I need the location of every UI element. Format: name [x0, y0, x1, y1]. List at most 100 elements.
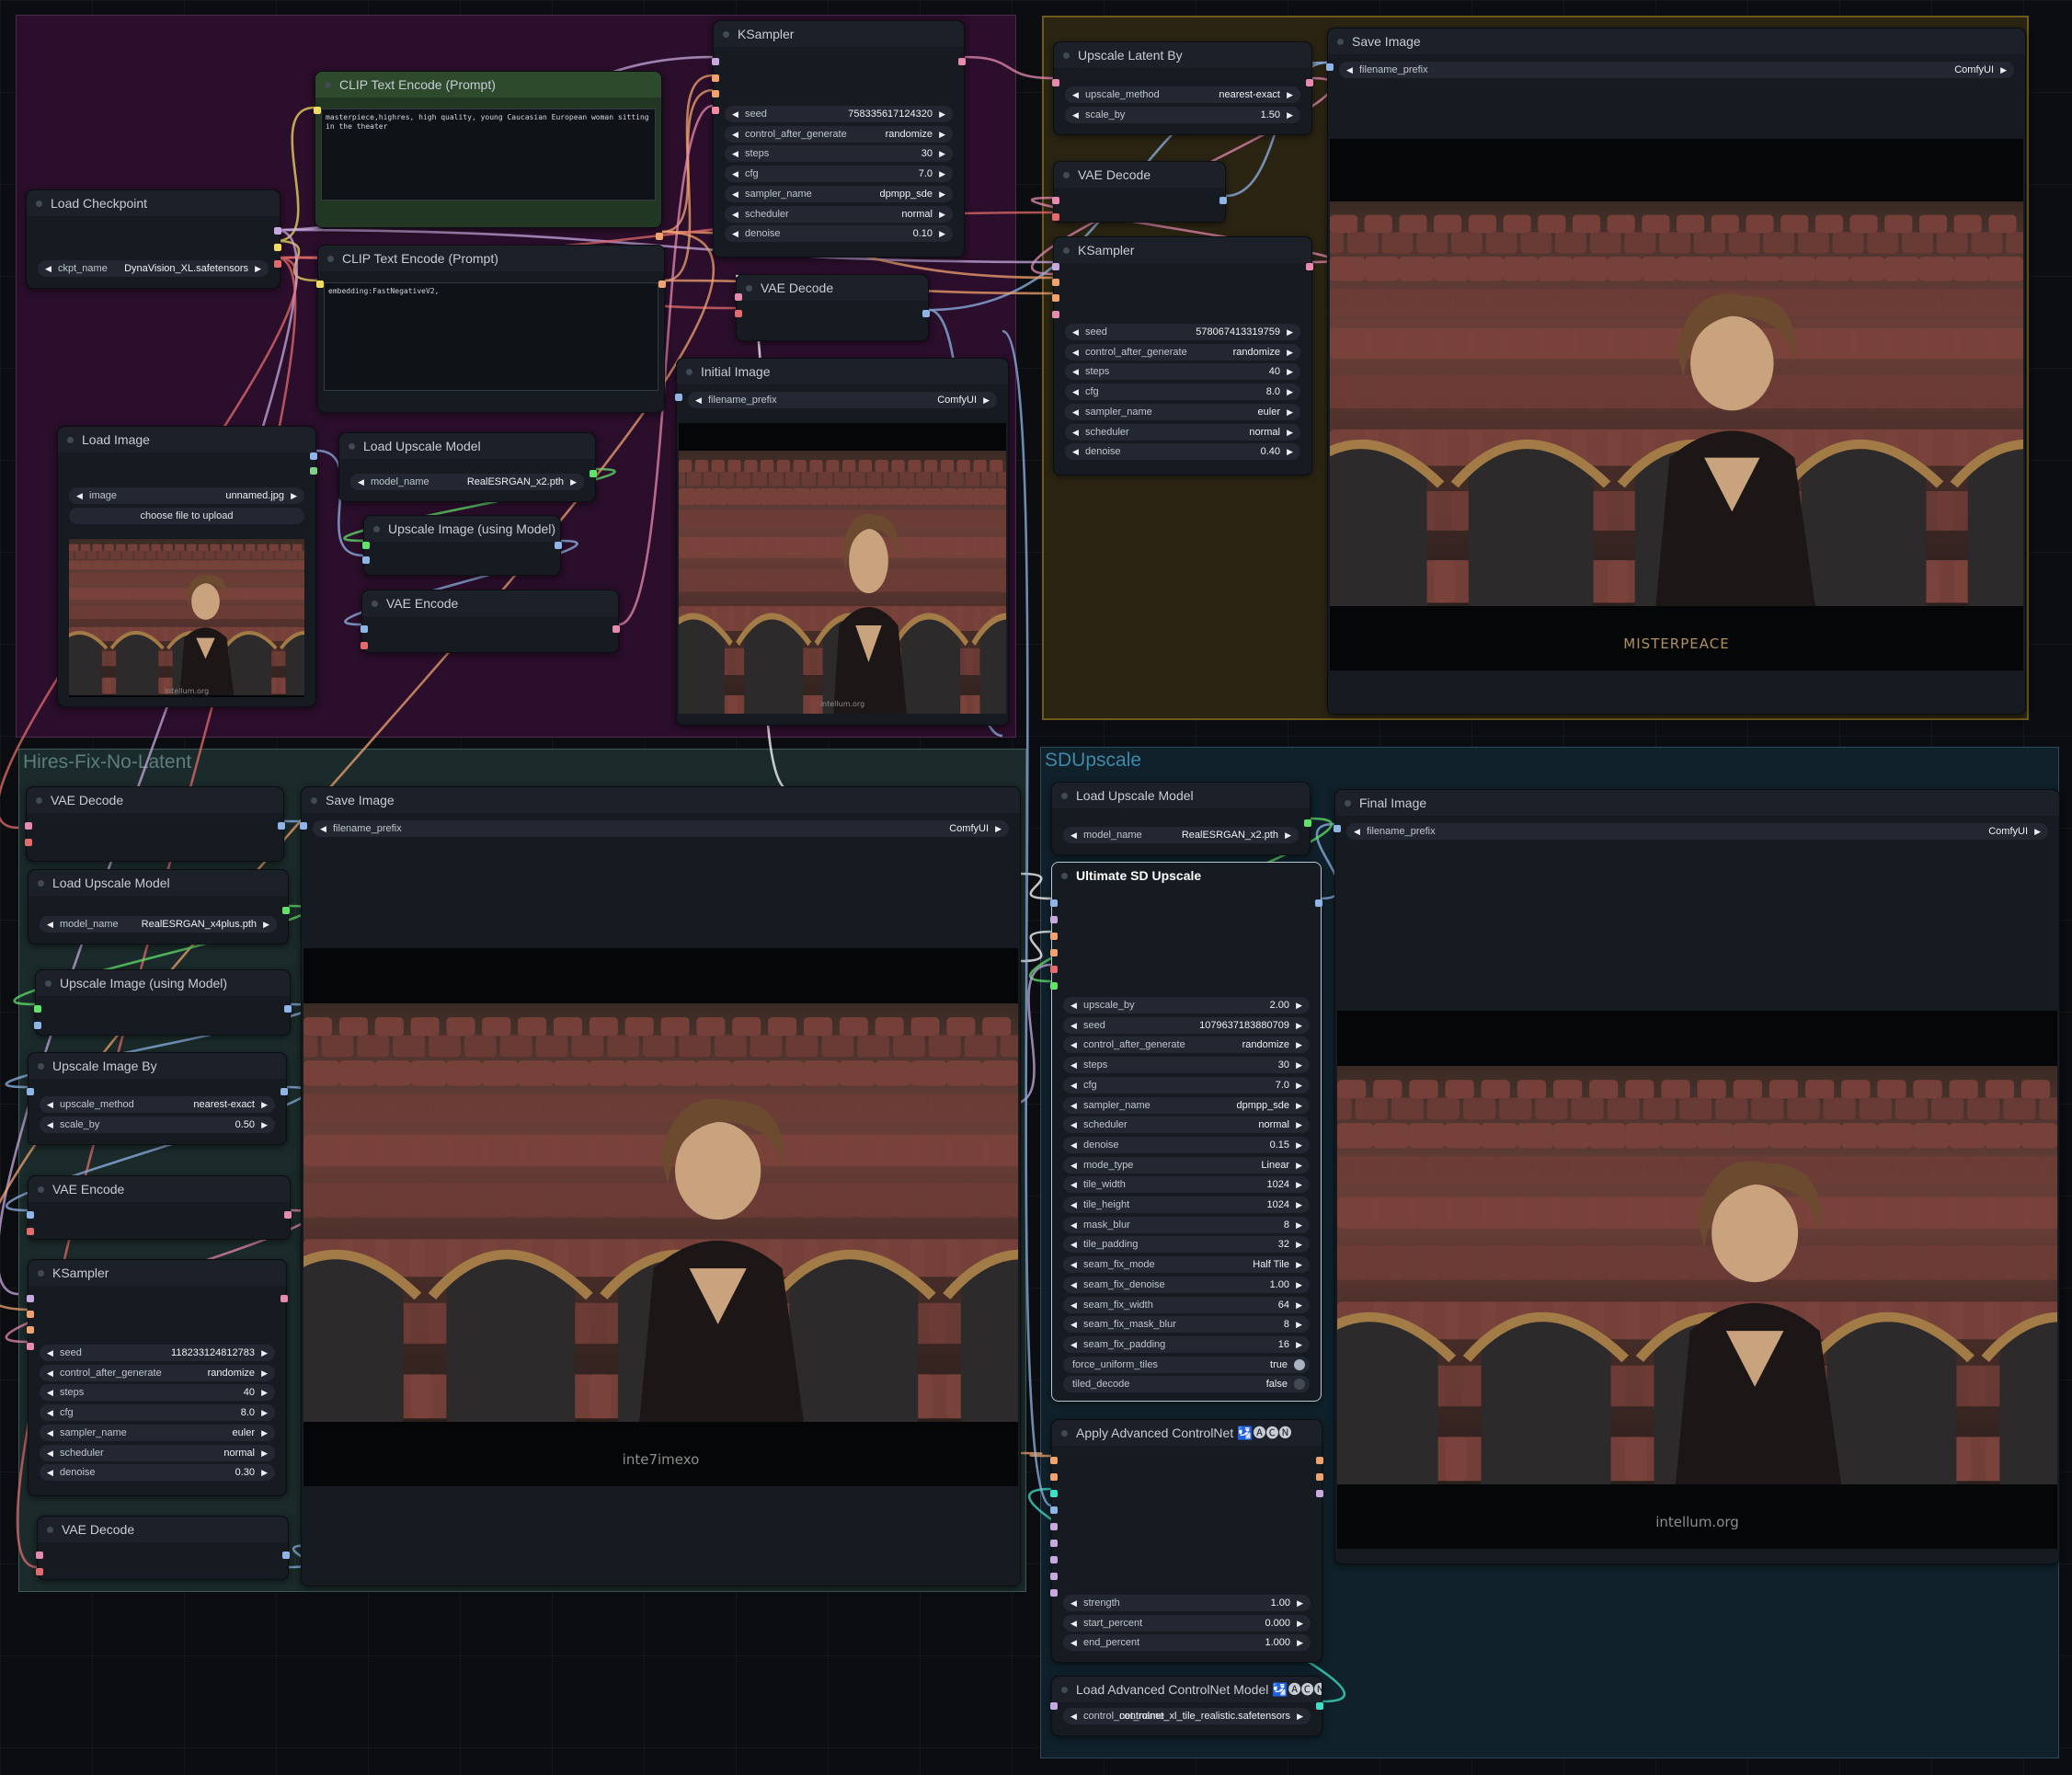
node-header[interactable]: KSampler — [714, 21, 964, 47]
node-header[interactable]: Ultimate SD Upscale — [1052, 863, 1321, 888]
collapse-dot-icon[interactable] — [1337, 39, 1344, 45]
decrement-arrow-icon[interactable]: ◀ — [732, 145, 738, 162]
collapse-dot-icon[interactable] — [327, 256, 334, 262]
socket-dot[interactable] — [735, 310, 742, 317]
increment-arrow-icon[interactable]: ▶ — [1296, 1316, 1302, 1333]
socket-dot[interactable] — [1306, 79, 1313, 86]
increment-arrow-icon[interactable]: ▶ — [261, 1445, 268, 1461]
collapse-dot-icon[interactable] — [36, 200, 42, 207]
node-load-upscale3[interactable]: Load Upscale Model ◀ model_name RealESRGAN_… — [1051, 782, 1311, 855]
widget-denoise[interactable]: ◀ denoise 0.10 ▶ — [725, 225, 953, 243]
socket-dot[interactable] — [1050, 1473, 1058, 1481]
widget-upscale-by[interactable]: ◀ upscale_by 2.00 ▶ — [1063, 997, 1310, 1013]
node-header[interactable]: VAE Decode — [27, 787, 283, 813]
socket-dot[interactable] — [284, 1211, 292, 1219]
collapse-dot-icon[interactable] — [373, 526, 380, 532]
socket-dot[interactable] — [34, 1005, 41, 1013]
decrement-arrow-icon[interactable]: ◀ — [47, 1425, 53, 1441]
prompt-textarea[interactable]: embedding:FastNegativeV2, — [324, 282, 658, 391]
decrement-arrow-icon[interactable]: ◀ — [1070, 1217, 1077, 1233]
collapse-dot-icon[interactable] — [38, 1186, 44, 1193]
node-upscale-image-by[interactable]: Upscale Image By ◀ upscale_method nearest-e… — [27, 1052, 288, 1145]
decrement-arrow-icon[interactable]: ◀ — [1354, 823, 1360, 840]
node-vae-decode1[interactable]: VAE Decode — [735, 274, 930, 341]
collapse-dot-icon[interactable] — [67, 437, 74, 443]
increment-arrow-icon[interactable]: ▶ — [1296, 1017, 1302, 1034]
widget-seam-fix-width[interactable]: ◀ seam_fix_width 64 ▶ — [1063, 1296, 1310, 1313]
increment-arrow-icon[interactable]: ▶ — [1296, 1117, 1302, 1133]
socket-dot[interactable] — [1050, 916, 1058, 923]
socket-dot[interactable] — [712, 74, 719, 82]
decrement-arrow-icon[interactable]: ◀ — [1070, 1595, 1077, 1611]
socket-dot[interactable] — [1050, 1556, 1058, 1563]
node-ksampler3[interactable]: KSampler ◀ seed 118233124812783 ▶ ◀ control_af… — [27, 1259, 288, 1496]
socket-dot[interactable] — [1316, 1490, 1323, 1497]
widget-filename-prefix[interactable]: ◀ filename_prefix ComfyUI ▶ — [1339, 62, 2014, 78]
socket-dot[interactable] — [25, 839, 32, 846]
decrement-arrow-icon[interactable]: ◀ — [732, 206, 738, 223]
increment-arrow-icon[interactable]: ▶ — [261, 1425, 268, 1441]
socket-dot[interactable] — [1050, 982, 1058, 990]
collapse-dot-icon[interactable] — [686, 369, 693, 375]
increment-arrow-icon[interactable]: ▶ — [570, 474, 577, 490]
socket-dot[interactable] — [1050, 1589, 1058, 1597]
decrement-arrow-icon[interactable]: ◀ — [1070, 1615, 1077, 1632]
decrement-arrow-icon[interactable]: ◀ — [1072, 384, 1079, 400]
socket-dot[interactable] — [362, 556, 370, 564]
socket-dot[interactable] — [1304, 819, 1311, 827]
socket-dot[interactable] — [1052, 263, 1059, 270]
node-ksampler1[interactable]: KSampler ◀ seed 758335617124320 ▶ ◀ control_af… — [712, 20, 966, 258]
decrement-arrow-icon[interactable]: ◀ — [1070, 1036, 1077, 1053]
decrement-arrow-icon[interactable]: ◀ — [47, 1117, 53, 1133]
decrement-arrow-icon[interactable]: ◀ — [1070, 1157, 1077, 1174]
widget-mode-type[interactable]: ◀ mode_type Linear ▶ — [1063, 1156, 1310, 1174]
socket-dot[interactable] — [274, 227, 281, 235]
node-final-image[interactable]: Final Image ◀ filename_prefix ComfyUI ▶ intel… — [1334, 789, 2060, 1564]
socket-dot[interactable] — [1334, 825, 1341, 832]
widget-seam-fix-mask-blur[interactable]: ◀ seam_fix_mask_blur 8 ▶ — [1063, 1316, 1310, 1334]
socket-dot[interactable] — [316, 281, 324, 288]
prompt-textarea[interactable]: masterpiece,highres, high quality, young… — [321, 109, 656, 200]
increment-arrow-icon[interactable]: ▶ — [1296, 1236, 1302, 1253]
widget-scheduler[interactable]: ◀ scheduler normal ▶ — [1063, 1117, 1310, 1134]
socket-dot[interactable] — [1050, 949, 1058, 956]
increment-arrow-icon[interactable]: ▶ — [261, 1404, 268, 1421]
increment-arrow-icon[interactable]: ▶ — [261, 1096, 268, 1113]
widget-tile-height[interactable]: ◀ tile_height 1024 ▶ — [1063, 1197, 1310, 1213]
widget-sampler-name[interactable]: ◀ sampler_name euler ▶ — [40, 1424, 275, 1441]
node-header[interactable]: CLIP Text Encode (Prompt) — [318, 246, 664, 271]
increment-arrow-icon[interactable]: ▶ — [261, 1345, 268, 1361]
increment-arrow-icon[interactable]: ▶ — [1296, 1157, 1302, 1174]
socket-dot[interactable] — [712, 58, 719, 65]
socket-dot[interactable] — [1050, 1702, 1058, 1710]
collapse-dot-icon[interactable] — [1063, 172, 1070, 178]
socket-dot[interactable] — [25, 822, 32, 830]
increment-arrow-icon[interactable]: ▶ — [1296, 997, 1302, 1013]
node-header[interactable]: Apply Advanced ControlNet 🛂🅐🅒🅝 — [1052, 1420, 1322, 1446]
node-initial-image[interactable]: Initial Image ◀ filename_prefix ComfyUI ▶ int… — [675, 358, 1009, 726]
increment-arrow-icon[interactable]: ▶ — [261, 1384, 268, 1401]
increment-arrow-icon[interactable]: ▶ — [1296, 1137, 1302, 1153]
widget-seed[interactable]: ◀ seed 578067413319759 ▶ — [1065, 324, 1300, 340]
collapse-dot-icon[interactable] — [38, 880, 44, 887]
decrement-arrow-icon[interactable]: ◀ — [1070, 1336, 1077, 1353]
toggle-knob-icon[interactable] — [1294, 1358, 1305, 1370]
decrement-arrow-icon[interactable]: ◀ — [1346, 62, 1353, 78]
increment-arrow-icon[interactable]: ▶ — [1285, 827, 1291, 843]
collapse-dot-icon[interactable] — [325, 82, 331, 88]
widget-scheduler[interactable]: ◀ scheduler normal ▶ — [40, 1444, 275, 1461]
widget-filename-prefix[interactable]: ◀ filename_prefix ComfyUI ▶ — [313, 820, 1009, 837]
node-header[interactable]: Load Checkpoint — [27, 190, 280, 216]
increment-arrow-icon[interactable]: ▶ — [291, 487, 297, 504]
widget-end-percent[interactable]: ◀ end_percent 1.000 ▶ — [1063, 1634, 1311, 1652]
decrement-arrow-icon[interactable]: ◀ — [1072, 107, 1079, 123]
widget-cfg[interactable]: ◀ cfg 8.0 ▶ — [40, 1404, 275, 1422]
node-clip-pos[interactable]: CLIP Text Encode (Prompt) masterpiece,hig… — [314, 71, 663, 240]
node-graph-canvas[interactable]: Hires-Fix-No-Latent SDUpscale KSampler ◀ s… — [0, 0, 2072, 1775]
increment-arrow-icon[interactable]: ▶ — [1296, 1176, 1302, 1193]
node-header[interactable]: Load Upscale Model — [339, 433, 595, 459]
increment-arrow-icon[interactable]: ▶ — [1296, 1057, 1302, 1073]
widget-steps[interactable]: ◀ steps 40 ▶ — [1065, 363, 1300, 381]
decrement-arrow-icon[interactable]: ◀ — [1070, 1097, 1077, 1114]
socket-dot[interactable] — [656, 233, 663, 240]
